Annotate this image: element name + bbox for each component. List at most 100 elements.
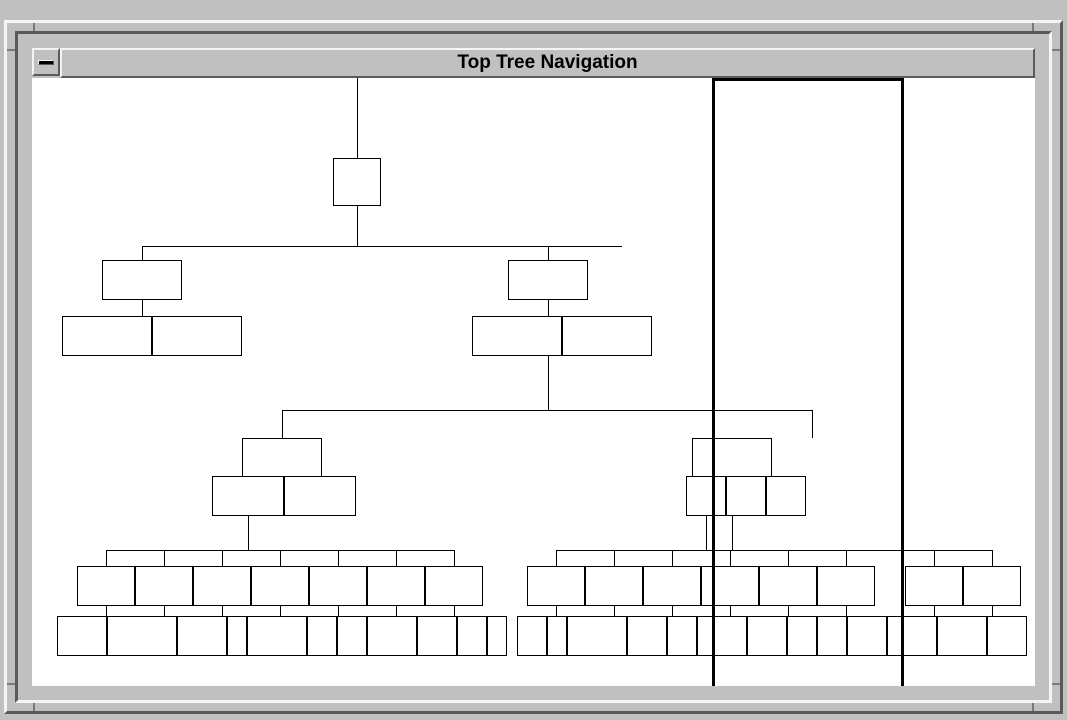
window-title: Top Tree Navigation — [60, 48, 1035, 78]
title-bar[interactable]: Top Tree Navigation — [32, 48, 1035, 78]
tree-edge — [357, 206, 358, 246]
tree-node[interactable] — [692, 438, 772, 478]
tree-edge — [396, 606, 397, 616]
desktop: Top Tree Navigation — [0, 0, 1067, 720]
tree-node[interactable] — [227, 616, 247, 656]
tree-edge — [357, 78, 358, 158]
tree-edge — [454, 550, 455, 566]
tree-canvas[interactable] — [32, 78, 1035, 686]
tree-node[interactable] — [242, 438, 322, 478]
system-menu-button[interactable] — [32, 48, 60, 76]
tree-edge — [222, 606, 223, 616]
tree-node[interactable] — [787, 616, 817, 656]
tree-node[interactable] — [337, 616, 367, 656]
tree-edge — [812, 410, 813, 438]
window-title-text: Top Tree Navigation — [457, 52, 637, 74]
tree-node[interactable] — [747, 616, 787, 656]
tree-node[interactable] — [627, 616, 667, 656]
tree-edge — [672, 606, 673, 616]
tree-node[interactable] — [517, 616, 547, 656]
tree-edge — [934, 606, 935, 616]
tree-node[interactable] — [472, 316, 562, 356]
tree-node[interactable] — [135, 566, 193, 606]
tree-node[interactable] — [701, 566, 759, 606]
tree-node[interactable] — [333, 158, 381, 206]
tree-edge — [222, 550, 223, 566]
tree-edge — [282, 410, 283, 438]
tree-node[interactable] — [585, 566, 643, 606]
tree-node[interactable] — [643, 566, 701, 606]
tree-edge — [614, 550, 615, 566]
tree-node[interactable] — [309, 566, 367, 606]
tree-node[interactable] — [937, 616, 987, 656]
tree-edge — [788, 606, 789, 616]
tree-node[interactable] — [987, 616, 1027, 656]
tree-edge — [614, 606, 615, 616]
tree-node[interactable] — [367, 616, 417, 656]
tree-node[interactable] — [57, 616, 107, 656]
tree-node[interactable] — [905, 566, 963, 606]
tree-edge — [846, 550, 847, 566]
tree-node[interactable] — [527, 566, 585, 606]
window: Top Tree Navigation — [32, 48, 1035, 686]
tree-node[interactable] — [567, 616, 627, 656]
window-frame: Top Tree Navigation — [4, 20, 1063, 714]
tree-node[interactable] — [562, 316, 652, 356]
tree-edge — [106, 550, 107, 566]
tree-edge — [106, 606, 107, 616]
tree-node[interactable] — [425, 566, 483, 606]
tree-edge — [396, 550, 397, 566]
tree-node[interactable] — [457, 616, 487, 656]
tree-edge — [282, 410, 812, 411]
tree-edge — [934, 550, 935, 566]
tree-edge — [672, 550, 673, 566]
tree-node[interactable] — [107, 616, 177, 656]
tree-node[interactable] — [887, 616, 937, 656]
tree-edge — [548, 300, 549, 316]
tree-node[interactable] — [697, 616, 747, 656]
tree-node[interactable] — [77, 566, 135, 606]
tree-edge — [142, 246, 143, 260]
tree-node[interactable] — [547, 616, 567, 656]
tree-edge — [338, 550, 339, 566]
tree-node[interactable] — [102, 260, 182, 300]
tree-edge — [280, 550, 281, 566]
tree-edge — [732, 516, 733, 550]
tree-edge — [730, 550, 731, 566]
tree-node[interactable] — [667, 616, 697, 656]
tree-node[interactable] — [847, 616, 887, 656]
tree-node[interactable] — [817, 616, 847, 656]
tree-edge — [142, 246, 622, 247]
tree-node[interactable] — [212, 476, 284, 516]
tree-node[interactable] — [62, 316, 152, 356]
tree-edge — [706, 516, 707, 550]
tree-edge — [556, 550, 557, 566]
tree-node[interactable] — [251, 566, 309, 606]
tree-edge — [730, 606, 731, 616]
tree-edge — [556, 606, 557, 616]
tree-edge — [454, 606, 455, 616]
tree-node[interactable] — [508, 260, 588, 300]
tree-edge — [788, 550, 789, 566]
tree-edge — [338, 606, 339, 616]
tree-node[interactable] — [367, 566, 425, 606]
tree-node[interactable] — [487, 616, 507, 656]
tree-node[interactable] — [152, 316, 242, 356]
tree-node[interactable] — [817, 566, 875, 606]
tree-edge — [992, 606, 993, 616]
tree-node[interactable] — [284, 476, 356, 516]
tree-node[interactable] — [247, 616, 307, 656]
tree-node[interactable] — [963, 566, 1021, 606]
tree-node[interactable] — [766, 476, 806, 516]
tree-node[interactable] — [759, 566, 817, 606]
tree-node[interactable] — [177, 616, 227, 656]
tree-edge — [548, 356, 549, 410]
tree-node[interactable] — [417, 616, 457, 656]
tree-edge — [164, 606, 165, 616]
tree-edge — [556, 550, 992, 551]
tree-node[interactable] — [726, 476, 766, 516]
tree-node[interactable] — [307, 616, 337, 656]
tree-node[interactable] — [686, 476, 726, 516]
tree-node[interactable] — [193, 566, 251, 606]
tree-edge — [164, 550, 165, 566]
